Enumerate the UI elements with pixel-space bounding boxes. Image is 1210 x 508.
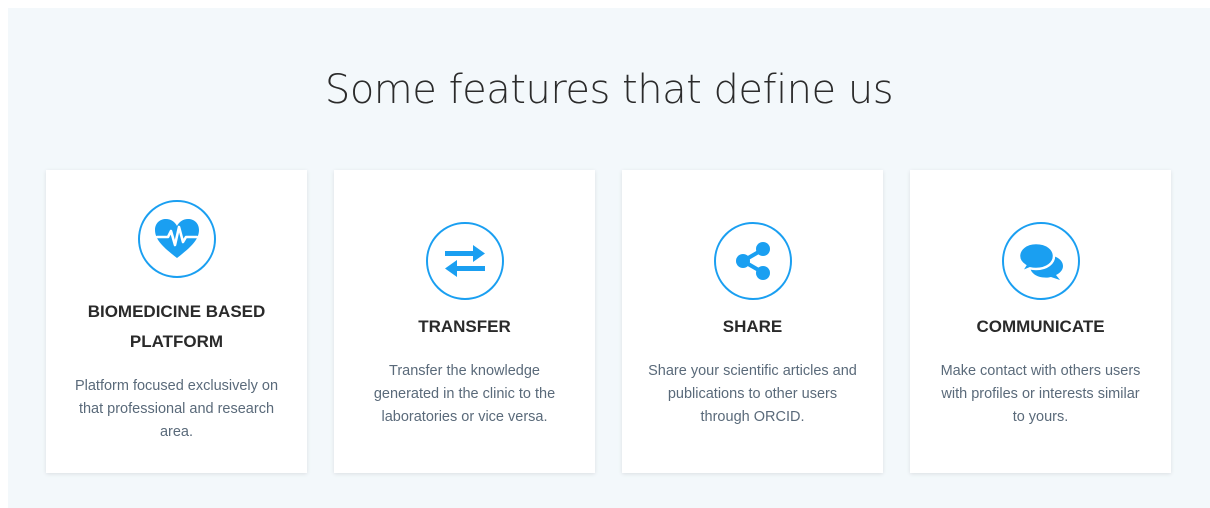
feature-title: SHARE (722, 317, 783, 336)
feature-title: BIOMEDICINE BASED PLATFORM (87, 302, 266, 351)
feature-description: Make contact with others users with prof… (940, 363, 1141, 425)
section-title: Some features that define us (324, 67, 894, 113)
feature-card-biomedicine: BIOMEDICINE BASED PLATFORM Platform focu… (46, 170, 307, 473)
feature-cards: BIOMEDICINE BASED PLATFORM Platform focu… (46, 170, 1171, 473)
features-section: Some features that define us BIOMEDICINE… (8, 8, 1210, 508)
feature-title: TRANSFER (418, 317, 511, 336)
feature-description: Platform focused exclusively on that pro… (74, 378, 279, 440)
transfer-arrows-icon (425, 222, 504, 300)
feature-card-communicate: COMMUNICATE Make contact with others use… (910, 170, 1171, 473)
feature-description: Share your scientific articles and publi… (648, 363, 857, 425)
feature-description: Transfer the knowledge generated in the … (373, 363, 556, 425)
feature-card-share: SHARE Share your scientific articles and… (622, 170, 883, 473)
share-icon (713, 222, 792, 300)
feature-title: COMMUNICATE (976, 317, 1105, 336)
feature-card-transfer: TRANSFER Transfer the knowledge generate… (334, 170, 595, 473)
chat-bubbles-icon (1001, 222, 1080, 300)
heartbeat-icon (137, 200, 216, 278)
